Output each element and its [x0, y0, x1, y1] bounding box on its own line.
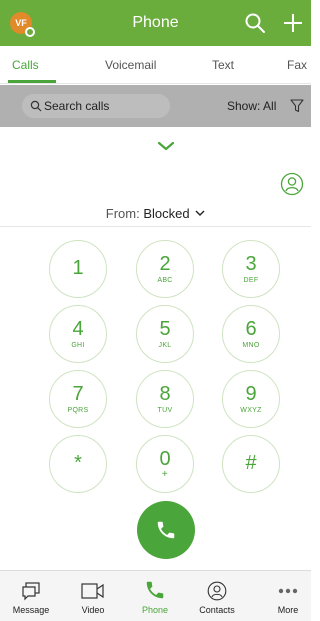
video-icon — [81, 583, 104, 599]
keypad-key-2[interactable]: 2 ABC — [136, 240, 194, 298]
search-icon — [30, 100, 42, 112]
keypad-key-3[interactable]: 3 DEF — [222, 240, 280, 298]
key-letters: PQRS — [67, 407, 89, 414]
key-letters: + — [161, 469, 169, 480]
key-letters: MNO — [242, 342, 260, 349]
contacts-icon — [207, 581, 227, 601]
key-letters: TUV — [157, 407, 173, 414]
from-label: From: — [105, 206, 140, 221]
tab-bar: Calls Voicemail Text Fax — [0, 46, 311, 84]
nav-label: More — [277, 605, 299, 615]
keypad-key-star[interactable]: * — [49, 435, 107, 493]
filter-bar: Search calls Show: All — [0, 85, 311, 127]
keypad-key-0[interactable]: 0 + — [136, 435, 194, 493]
keypad-key-7[interactable]: 7 PQRS — [49, 370, 107, 428]
search-icon[interactable] — [244, 12, 266, 34]
key-digit: 1 — [72, 257, 84, 279]
from-value: Blocked — [143, 206, 190, 221]
contact-picker-icon[interactable] — [280, 172, 304, 196]
keypad-key-1[interactable]: 1 — [49, 240, 107, 298]
nav-item-video[interactable]: Video — [62, 571, 124, 621]
nav-label: Message — [12, 605, 50, 615]
key-digit: 5 — [159, 318, 171, 340]
caller-id-selector[interactable]: From: Blocked — [0, 206, 311, 221]
nav-label: Phone — [141, 605, 169, 615]
keypad-key-hash[interactable]: # — [222, 435, 280, 493]
nav-label: Video — [81, 605, 105, 615]
keypad-key-5[interactable]: 5 JKL — [136, 305, 194, 363]
chevron-down-icon — [195, 210, 205, 216]
keypad-key-9[interactable]: 9 WXYZ — [222, 370, 280, 428]
key-digit: 0 — [159, 448, 171, 470]
keypad-key-6[interactable]: 6 MNO — [222, 305, 280, 363]
plus-icon[interactable] — [282, 12, 304, 34]
keypad-key-4[interactable]: 4 GHI — [49, 305, 107, 363]
nav-item-contacts[interactable]: Contacts — [186, 571, 248, 621]
filter-icon[interactable] — [290, 99, 304, 113]
key-digit: 2 — [159, 253, 171, 275]
key-digit: 6 — [245, 318, 257, 340]
phone-icon — [146, 581, 164, 599]
app-header: VF Phone — [0, 0, 311, 46]
key-digit: 9 — [245, 383, 257, 405]
divider — [0, 226, 311, 227]
key-letters: ABC — [157, 277, 173, 284]
more-icon — [278, 588, 298, 594]
key-digit: 7 — [72, 383, 84, 405]
message-icon — [22, 582, 40, 601]
nav-item-message[interactable]: Message — [0, 571, 62, 621]
key-letters: GHI — [71, 342, 85, 349]
key-digit: # — [245, 452, 257, 474]
key-letters: JKL — [158, 342, 172, 349]
key-letters: DEF — [243, 277, 259, 284]
keypad-key-8[interactable]: 8 TUV — [136, 370, 194, 428]
bottom-navigation: Message Video Phone Contacts More — [0, 570, 311, 621]
key-digit: 3 — [245, 253, 257, 275]
nav-item-phone[interactable]: Phone — [124, 571, 186, 621]
collapse-chevron-icon[interactable] — [157, 141, 175, 151]
key-digit: * — [74, 452, 82, 474]
key-digit: 8 — [159, 383, 171, 405]
show-filter-dropdown[interactable]: Show: All — [227, 99, 276, 113]
call-button[interactable] — [137, 501, 195, 559]
nav-item-more[interactable]: More — [248, 571, 311, 621]
tab-calls[interactable]: Calls — [12, 58, 39, 72]
nav-label: Contacts — [199, 605, 235, 615]
search-placeholder: Search calls — [44, 99, 110, 113]
key-letters: WXYZ — [240, 407, 262, 414]
tab-fax[interactable]: Fax — [287, 58, 307, 72]
tab-voicemail[interactable]: Voicemail — [105, 58, 156, 72]
tab-text[interactable]: Text — [212, 58, 234, 72]
active-tab-indicator — [8, 80, 56, 83]
phone-icon — [157, 521, 175, 539]
key-digit: 4 — [72, 318, 84, 340]
